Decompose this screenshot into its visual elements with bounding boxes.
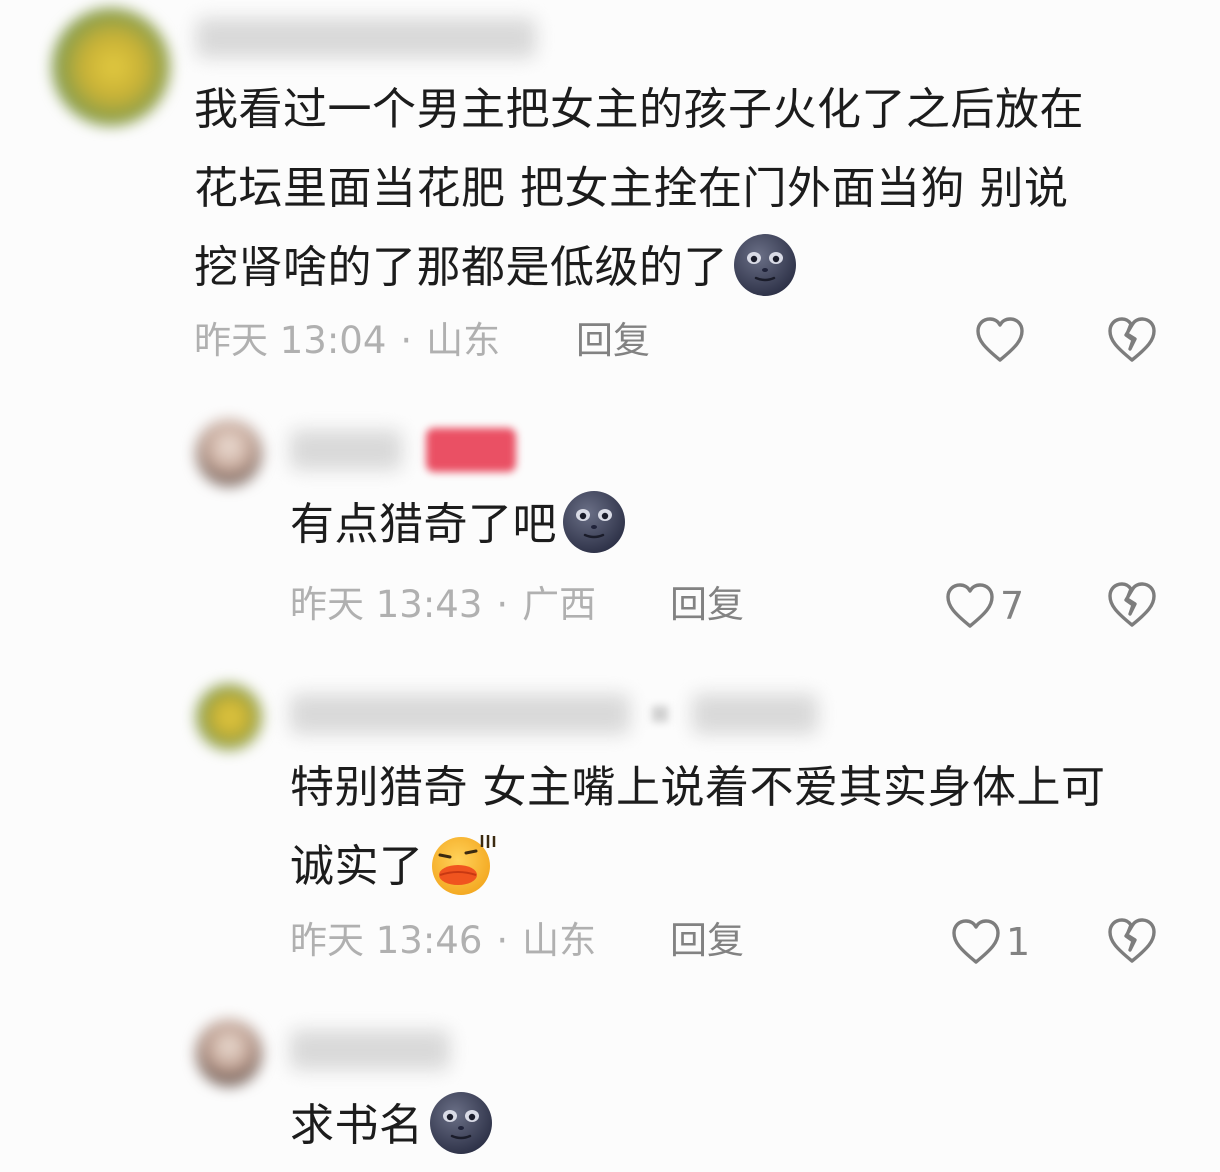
reply-button[interactable]: 回复	[576, 316, 650, 366]
like-count: 1	[1006, 920, 1031, 964]
new-moon-face-emoji	[428, 1090, 494, 1156]
comment-text: 我看过一个男主把女主的孩子火化了之后放在 花坛里面当花肥 把女主拴在门外面当狗 …	[194, 70, 1084, 307]
like-button[interactable]: 7	[944, 578, 1024, 634]
like-button[interactable]: 1	[950, 914, 1030, 970]
timestamp: 昨天 13:43	[290, 583, 483, 626]
comment-meta: 昨天 13:46 · 山东	[290, 916, 596, 966]
dislike-button[interactable]	[1106, 316, 1158, 364]
location: 山东	[426, 319, 501, 362]
blushing-duck-emoji	[428, 831, 498, 897]
reply-to-arrow-icon	[652, 706, 668, 722]
new-moon-face-emoji	[732, 232, 798, 298]
comment-text-line: 挖肾啥的了那都是低级的了	[194, 242, 728, 293]
comment-text: 有点猎奇了吧	[290, 485, 627, 564]
reply-button[interactable]: 回复	[670, 580, 744, 630]
comment-text: 求书名	[290, 1086, 494, 1165]
meta-separator: ·	[496, 919, 509, 962]
timestamp: 昨天 13:04	[194, 319, 387, 362]
like-count: 7	[1000, 584, 1025, 628]
meta-separator: ·	[400, 319, 413, 362]
username-blurred[interactable]	[290, 1030, 450, 1070]
comment-text-line: 有点猎奇了吧	[290, 499, 557, 550]
location: 广西	[522, 583, 597, 626]
timestamp: 昨天 13:46	[290, 919, 483, 962]
username-blurred[interactable]	[290, 430, 402, 470]
avatar[interactable]	[196, 1020, 262, 1086]
avatar[interactable]	[196, 684, 262, 750]
avatar[interactable]	[196, 420, 262, 486]
username-blurred[interactable]	[290, 694, 630, 734]
meta-separator: ·	[496, 583, 509, 626]
location: 山东	[522, 919, 597, 962]
heart-icon	[974, 316, 1026, 364]
comment-text-line: 诚实了	[290, 841, 424, 892]
broken-heart-icon	[1106, 316, 1158, 364]
comment-text-line: 我看过一个男主把女主的孩子火化了之后放在	[194, 84, 1084, 135]
username-blurred[interactable]	[196, 18, 536, 58]
dislike-button[interactable]	[1106, 581, 1158, 629]
like-button[interactable]	[974, 312, 1026, 368]
new-moon-face-emoji	[561, 489, 627, 555]
comment-text: 特别猎奇 女主嘴上说着不爱其实身体上可 诚实了	[290, 748, 1106, 906]
heart-icon	[950, 918, 1002, 966]
comment-text-line: 特别猎奇 女主嘴上说着不爱其实身体上可	[290, 762, 1106, 813]
heart-icon	[944, 582, 996, 630]
broken-heart-icon	[1106, 917, 1158, 965]
broken-heart-icon	[1106, 581, 1158, 629]
author-badge	[426, 428, 516, 472]
comment-meta: 昨天 13:43 · 广西	[290, 580, 596, 630]
reply-target-username-blurred[interactable]	[692, 694, 818, 734]
comment-meta: 昨天 13:04 · 山东	[194, 316, 500, 366]
comment-text-line: 求书名	[290, 1100, 424, 1151]
avatar[interactable]	[52, 8, 170, 126]
dislike-button[interactable]	[1106, 917, 1158, 965]
reply-button[interactable]: 回复	[670, 916, 744, 966]
comment-text-line: 花坛里面当花肥 把女主拴在门外面当狗 别说	[194, 163, 1069, 214]
